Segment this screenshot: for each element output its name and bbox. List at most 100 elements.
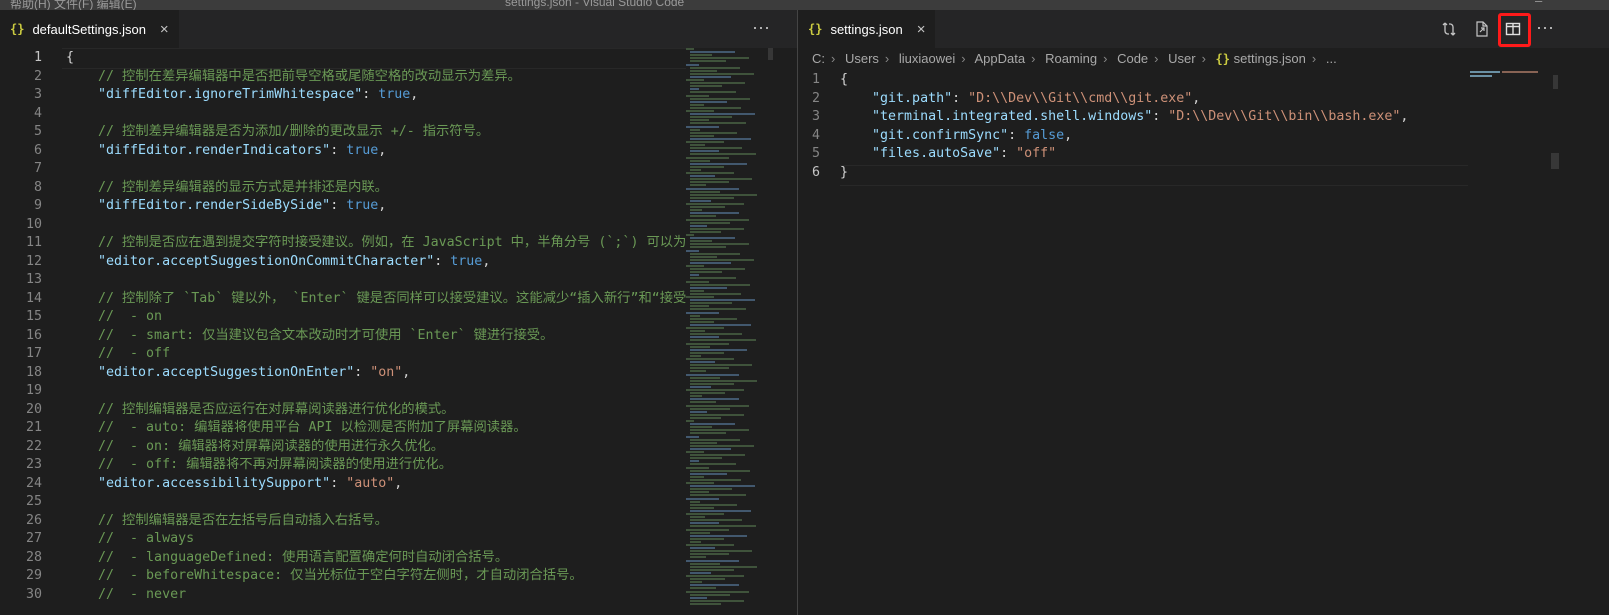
code-token: : — [354, 364, 371, 380]
breadcrumb-item[interactable]: Users — [845, 51, 879, 66]
line-number: 5 — [33, 124, 42, 139]
close-icon[interactable]: × — [917, 21, 926, 38]
code-token: "diffEditor.renderIndicators" — [98, 142, 331, 158]
code-line: 4 — [0, 104, 797, 123]
close-icon[interactable]: × — [160, 21, 169, 38]
tab-settings[interactable]: {} settings.json × — [798, 10, 936, 48]
code-line: 18 "editor.acceptSuggestionOnEnter": "on… — [0, 363, 797, 382]
breadcrumb-item[interactable]: C: — [812, 51, 825, 66]
code-text: // 控制是否应在遇到提交字符时接受建议。例如，在 JavaScript 中，半… — [66, 233, 686, 252]
code-text: // - never — [66, 585, 186, 604]
tab-default-settings[interactable]: {} defaultSettings.json × — [0, 10, 179, 48]
breadcrumb-item-symbol[interactable]: ... — [1326, 51, 1337, 66]
code-line: 17 // - off — [0, 344, 797, 363]
code-text: // - on — [66, 307, 162, 326]
code-text: // - on: 编辑器将对屏幕阅读器的使用进行永久优化。 — [66, 437, 444, 456]
line-number: 29 — [25, 568, 42, 583]
code-text: // - off — [66, 344, 170, 363]
menu-bar[interactable]: 帮助(H) 文件(F) 编辑(E) — [10, 0, 137, 10]
code-line: 30 // - never — [0, 585, 797, 604]
code-line: 2 "git.path": "D:\\Dev\\Git\\cmd\\git.ex… — [798, 89, 1609, 108]
code-text: "editor.acceptSuggestionOnCommitCharacte… — [66, 252, 490, 271]
breadcrumb-item[interactable]: AppData — [975, 51, 1026, 66]
line-number: 25 — [25, 494, 42, 509]
code-text: // - always — [66, 529, 194, 548]
code-token: "diffEditor.renderSideBySide" — [98, 198, 331, 213]
code-line: 22 // - on: 编辑器将对屏幕阅读器的使用进行永久优化。 — [0, 437, 797, 456]
code-line: 20 // 控制编辑器是否应运行在对屏幕阅读器进行优化的模式。 — [0, 400, 797, 419]
line-number: 6 — [811, 164, 820, 180]
code-text: "editor.accessibilitySupport": "auto", — [66, 474, 402, 493]
code-token: // 控制编辑器是否在左括号后自动插入右括号。 — [66, 512, 388, 528]
code-line: 21 // - auto: 编辑器将使用平台 API 以检测是否附加了屏幕阅读器… — [0, 418, 797, 437]
code-line: 25 — [0, 492, 797, 511]
code-token: "editor.accessibilitySupport" — [98, 475, 331, 491]
code-text: // 控制在差异编辑器中是否把前导空格或尾随空格的改动显示为差异。 — [66, 67, 521, 86]
line-number: 11 — [25, 235, 42, 250]
breadcrumb-item[interactable]: liuxiaowei — [899, 51, 955, 66]
minimize-button[interactable]: — — [1535, 0, 1542, 8]
code-text: "git.path": "D:\\Dev\\Git\\cmd\\git.exe"… — [840, 89, 1200, 108]
chevron-right-icon: › — [1154, 51, 1159, 66]
code-token: // - off — [66, 346, 171, 361]
code-token: // - on: 编辑器将对屏幕阅读器的使用进行永久优化。 — [66, 438, 445, 454]
tab-bar-left: {} defaultSettings.json × ··· — [0, 10, 797, 48]
code-token: , — [482, 253, 491, 269]
line-number: 4 — [33, 105, 42, 121]
breadcrumb-item[interactable]: Code — [1117, 51, 1148, 66]
line-number: 30 — [25, 586, 42, 602]
line-number: 5 — [811, 146, 820, 161]
code-token: "editor.acceptSuggestionOnEnter" — [98, 364, 355, 380]
code-text: // - auto: 编辑器将使用平台 API 以检测是否附加了屏幕阅读器。 — [66, 418, 527, 437]
breadcrumb-item[interactable]: User — [1168, 51, 1195, 66]
code-line: 11 // 控制是否应在遇到提交字符时接受建议。例如，在 JavaScript … — [0, 233, 797, 252]
line-number: 9 — [33, 198, 42, 213]
code-token: "off" — [1016, 146, 1057, 161]
code-line: 9 "diffEditor.renderSideBySide": true, — [0, 196, 797, 215]
code-line: 15 // - on — [0, 307, 797, 326]
code-line: 1{ — [0, 48, 797, 67]
breadcrumb: C: › Users › liuxiaowei › AppData › Roaming ›… — [798, 48, 1609, 70]
code-line: 10 — [0, 215, 797, 234]
code-token: false — [1024, 127, 1065, 143]
code-token: : — [330, 198, 347, 213]
code-token: : — [330, 475, 347, 491]
code-token: "terminal.integrated.shell.windows" — [872, 109, 1153, 124]
line-number: 20 — [25, 401, 42, 417]
code-token: "git.path" — [872, 90, 953, 106]
code-line: 3 "diffEditor.ignoreTrimWhitespace": tru… — [0, 85, 797, 104]
line-number: 21 — [25, 420, 42, 435]
code-token: : — [1008, 127, 1025, 143]
editor-left[interactable]: 1{2 // 控制在差异编辑器中是否把前导空格或尾随空格的改动显示为差异。 3 "… — [0, 48, 797, 615]
breadcrumb-item[interactable]: Roaming — [1045, 51, 1097, 66]
json-file-icon: {} — [1215, 52, 1230, 66]
line-number: 22 — [25, 438, 42, 454]
more-actions-button[interactable]: ··· — [1536, 10, 1554, 48]
open-file-icon[interactable] — [1471, 18, 1493, 40]
chevron-right-icon: › — [1201, 51, 1206, 66]
line-number: 12 — [25, 253, 42, 269]
editor-right[interactable]: 1{2 "git.path": "D:\\Dev\\Git\\cmd\\git.… — [798, 70, 1609, 615]
code-line: 5 "files.autoSave": "off" — [798, 144, 1609, 163]
line-number: 14 — [25, 290, 42, 306]
code-line: 23 // - off: 编辑器将不再对屏幕阅读器的使用进行优化。 — [0, 455, 797, 474]
code-token: // - languageDefined: 使用语言配置确定何时自动闭合括号。 — [66, 549, 509, 565]
code-line: 7 — [0, 159, 797, 178]
line-number: 1 — [33, 50, 42, 65]
code-text: { — [66, 48, 74, 67]
code-token: true — [346, 142, 379, 158]
code-text: // 控制除了 `Tab` 键以外， `Enter` 键是否同样可以接受建议。这… — [66, 289, 686, 308]
tab-bar-right: {} settings.json × ··· — [798, 10, 1609, 48]
more-actions-button[interactable]: ··· — [752, 10, 770, 48]
breadcrumb-item-file[interactable]: settings.json — [1234, 51, 1306, 66]
code-token: // 控制除了 `Tab` 键以外， `Enter` 键是否同样可以接受建议。这… — [66, 290, 687, 306]
code-token: , — [402, 364, 411, 380]
code-line: 12 "editor.acceptSuggestionOnCommitChara… — [0, 252, 797, 271]
compare-changes-icon[interactable] — [1438, 18, 1460, 40]
code-token: : — [434, 253, 451, 269]
chevron-right-icon: › — [1031, 51, 1036, 66]
code-line: 24 "editor.accessibilitySupport": "auto"… — [0, 474, 797, 493]
